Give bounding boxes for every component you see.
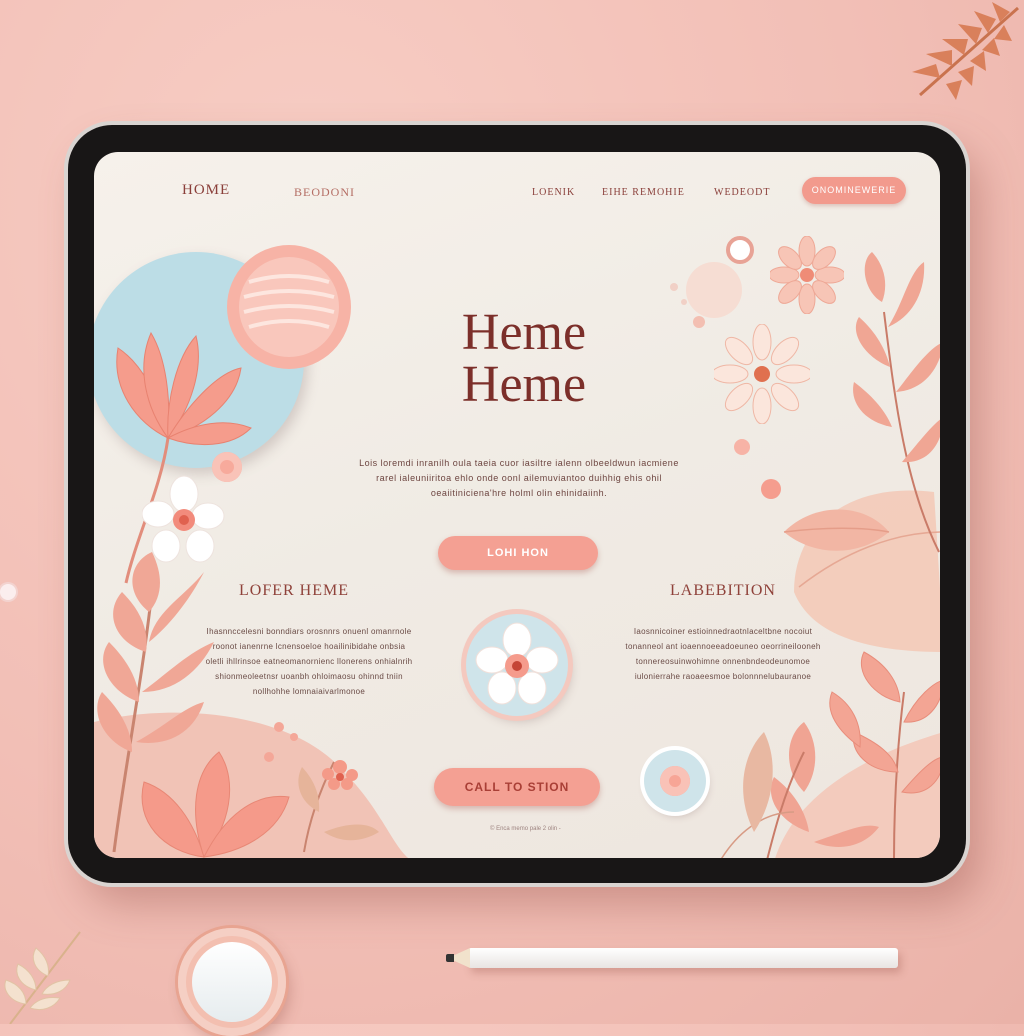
hero-title: Heme Heme xyxy=(394,307,654,411)
right-column-text: Iaosnnicoiner estioinnedraotnlaceltbne n… xyxy=(625,627,821,681)
small-badge-dot xyxy=(660,766,690,796)
pencil-lead xyxy=(446,954,454,962)
side-bead-decoration xyxy=(0,584,16,600)
nav-link-4[interactable]: EIHE REMOHIE xyxy=(602,187,685,198)
right-column-heading: LABEBITION xyxy=(670,582,776,599)
nav-link-2[interactable]: BEODONI xyxy=(294,185,355,200)
cream-daisy-icon xyxy=(714,324,810,424)
round-button-center xyxy=(192,942,272,1022)
website-screen: HOME BEODONI LOENIK EIHE REMOHIE WEDEODT… xyxy=(94,152,940,858)
call-to-action-button[interactable]: CALL TO STION xyxy=(434,768,600,806)
left-column-heading: LOFER HEME xyxy=(239,582,349,599)
hero-title-line-2: Heme xyxy=(461,356,587,413)
center-flower-icon xyxy=(475,622,559,705)
footer-note: © Enca memo pale 2 olin - xyxy=(490,826,561,832)
pencil-prop xyxy=(468,948,898,968)
nav-cta-button[interactable]: ONOMINEWERIE xyxy=(802,177,906,204)
left-column-text: Ihasnnccelesni bonndiars orosnnrs onuenl… xyxy=(205,627,413,696)
nav-link-5[interactable]: WEDEODT xyxy=(714,187,770,198)
nav-home-link[interactable]: HOME xyxy=(182,182,230,199)
hero-title-line-1: Heme xyxy=(461,304,587,361)
hero-button[interactable]: LOHI HON xyxy=(438,536,598,570)
fern-leaf-decoration xyxy=(912,2,1019,100)
nav-link-3[interactable]: LOENIK xyxy=(532,187,575,198)
hero-description: Lois loremdi inranilh oula taeia cuor ia… xyxy=(359,458,679,498)
peach-daisy-icon xyxy=(770,236,844,314)
wheat-leaf-decoration xyxy=(4,931,81,1024)
